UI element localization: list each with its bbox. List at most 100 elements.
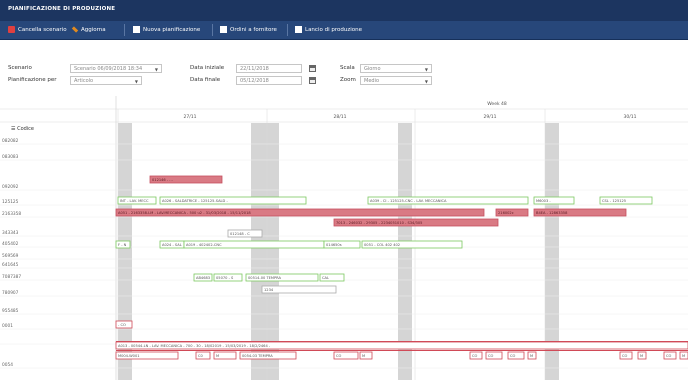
gantt-bar-label: M004-W001 xyxy=(118,354,140,358)
scala-value: Giorno xyxy=(364,66,381,72)
gantt-bar-label: A024 - SAL xyxy=(162,243,182,247)
week-label: Week 48 xyxy=(487,101,507,107)
window-title: PIANIFICAZIONE DI PRODUZIONE xyxy=(8,6,116,12)
gantt-bar-label: 0051 - COL 402 402 xyxy=(364,243,400,247)
zoom-value: Medio xyxy=(364,78,380,84)
gantt-grid: Week 48 27/11 28/11 29/11 30/11 ☰ Codice 08208… xyxy=(0,96,688,380)
gantt-bar-label: M xyxy=(640,354,643,358)
row-code: 082082 xyxy=(2,138,19,144)
document-icon xyxy=(220,26,227,33)
gantt-bar-label: 7013 - 246032 - 29305 - 2234051010 - S34… xyxy=(336,221,422,225)
data-iniziale-label: Data iniziale xyxy=(190,65,225,71)
gantt-bar-label: - CO xyxy=(118,323,126,327)
gantt-bar-label: 216002c xyxy=(498,211,514,215)
ordini-a-fornitore-label: Ordini a fornitore xyxy=(230,27,277,33)
ordini-a-fornitore-button[interactable]: Ordini a fornitore xyxy=(220,25,277,35)
row-code: 343343 xyxy=(2,230,19,236)
gantt-bar-label: CO xyxy=(488,354,494,358)
gantt-bar-label: 012146 - ... xyxy=(152,178,173,182)
app-titlebar: PIANIFICAZIONE DI PRODUZIONE xyxy=(0,0,688,21)
row-code: 641645 xyxy=(2,262,19,268)
scenario-value: Scenario 06/09/2018 18:34 xyxy=(74,66,143,72)
row-code: 0054 xyxy=(2,362,13,368)
toolbar-divider xyxy=(287,24,288,36)
pianificazione-label: Pianificazione per xyxy=(8,77,57,83)
nuova-pianificazione-button[interactable]: Nuova pianificazione xyxy=(133,25,200,35)
gantt-bar-label: 0054-03 TEMPRA xyxy=(242,354,273,358)
gantt-bar-label: A019 - 402402-CNC xyxy=(186,243,222,247)
gantt-bar-label: CO xyxy=(510,354,516,358)
lancio-di-produzione-label: Lancio di produzione xyxy=(305,27,362,33)
gantt-bar-label: A013 - 00544-LN - LAV. MECCANICA - 700 -… xyxy=(118,344,271,348)
document-icon xyxy=(295,26,302,33)
scenario-select[interactable]: Scenario 06/09/2018 18:34 ▼ xyxy=(70,64,162,73)
gantt-bar-label: M xyxy=(216,354,219,358)
chevron-down-icon: ▼ xyxy=(424,67,428,72)
gantt-bar-label: 014650s xyxy=(326,243,342,247)
gantt-bar-label: AB4683 xyxy=(196,276,210,280)
row-code: 955485 xyxy=(2,308,19,314)
calendar-icon[interactable] xyxy=(309,65,316,72)
toolbar-divider xyxy=(212,24,213,36)
data-iniziale-field[interactable]: 22/11/2018 xyxy=(236,64,302,73)
scenario-label: Scenario xyxy=(8,65,32,71)
gantt-bar-label: CO xyxy=(666,354,672,358)
zoom-select[interactable]: Medio ▼ xyxy=(360,76,432,85)
chevron-down-icon: ▼ xyxy=(154,67,158,72)
gantt-chart: Week 48 27/11 28/11 29/11 30/11 ☰ Codice 08208… xyxy=(0,96,688,380)
row-code: 405402 xyxy=(2,241,19,247)
row-code: 569569 xyxy=(2,253,19,259)
data-finale-value: 05/12/2018 xyxy=(240,78,269,84)
week-header-bg xyxy=(116,96,688,109)
pianificazione-value: Articolo xyxy=(74,78,94,84)
row-code: 780907 xyxy=(2,290,19,296)
gantt-bar-label: INT - LAV. MECC xyxy=(120,199,149,203)
cancella-scenario-button[interactable]: Cancella scenario xyxy=(8,25,67,35)
row-code: 0001 xyxy=(2,323,13,329)
toolbar-divider xyxy=(124,24,125,36)
row-code: 7087387 xyxy=(2,274,21,280)
aggiorna-button[interactable]: Aggiorna xyxy=(71,25,106,35)
gantt-bar-label: CO xyxy=(336,354,342,358)
gantt-bar-label: CO xyxy=(622,354,628,358)
wrench-icon xyxy=(71,26,79,33)
gantt-bar-label: A051 - 2163358-LM - LAV.MECCANICA - 500 … xyxy=(118,211,251,215)
gantt-bar-label: A039 - CI - 125125-CNC - LAV. MECCANICA xyxy=(370,199,447,203)
row-code: 2163358 xyxy=(2,211,21,217)
data-finale-label: Data finale xyxy=(190,77,221,83)
row-code: 092092 xyxy=(2,184,19,190)
row-code: 083083 xyxy=(2,154,19,160)
data-iniziale-value: 22/11/2018 xyxy=(240,66,269,72)
gantt-bar-label: M6003 - xyxy=(536,199,551,203)
gantt-bar-label: 00514-00 TEMPRA xyxy=(248,276,282,280)
day-label: 28/11 xyxy=(334,114,347,120)
pianificazione-select[interactable]: Articolo ▼ xyxy=(70,76,142,85)
gantt-bar-label: M xyxy=(682,354,685,358)
nuova-pianificazione-label: Nuova pianificazione xyxy=(143,27,201,33)
gantt-bar-label: CSL - 125125 xyxy=(602,199,626,203)
cancella-scenario-label: Cancella scenario xyxy=(18,27,67,33)
document-icon xyxy=(133,26,140,33)
gantt-bar-label: B4EA - 12863358 xyxy=(536,211,568,215)
day-label: 27/11 xyxy=(184,114,197,120)
filter-form: Scenario Scenario 06/09/2018 18:34 ▼ Pian… xyxy=(0,40,688,95)
row-outline xyxy=(116,350,688,351)
gantt-bar-label: CO xyxy=(472,354,478,358)
gantt-bar-label: M xyxy=(530,354,533,358)
gantt-bar-label: M xyxy=(362,354,365,358)
gantt-bar-label: A026 - SALDATRICE - 125125-SALD - xyxy=(162,199,228,203)
gantt-bar-label: CAL xyxy=(322,276,329,280)
day-label: 29/11 xyxy=(484,114,497,120)
calendar-icon[interactable] xyxy=(309,77,316,84)
gantt-bar-label: 1234 xyxy=(264,288,274,292)
data-finale-field[interactable]: 05/12/2018 xyxy=(236,76,302,85)
toolbar: Cancella scenario Aggiorna Nuova pianifi… xyxy=(0,21,688,40)
gantt-bar-label: 05070 - S xyxy=(216,276,234,280)
scala-select[interactable]: Giorno ▼ xyxy=(360,64,432,73)
day-label: 30/11 xyxy=(624,114,637,120)
scala-label: Scala xyxy=(340,65,355,71)
row-code: 125125 xyxy=(2,199,19,205)
lancio-di-produzione-button[interactable]: Lancio di produzione xyxy=(295,25,362,35)
gantt-bar-label: 012148 - C xyxy=(230,232,250,236)
gantt-bar-label: F - N xyxy=(118,243,127,247)
